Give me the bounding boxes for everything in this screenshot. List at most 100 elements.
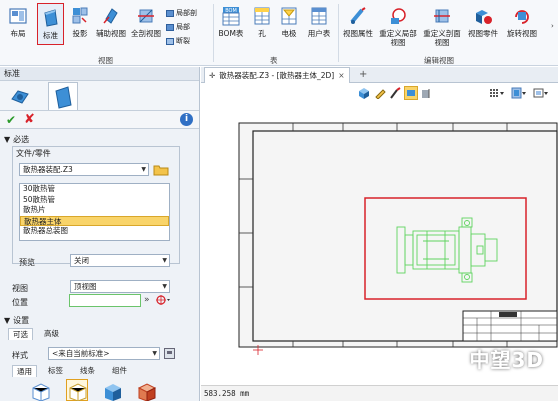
auxiliary-view-button[interactable]: 辅助视图 [95, 2, 127, 48]
bom-table-button[interactable]: BOM BOM表 [216, 2, 246, 48]
dropdown-arrow-icon: ▼ [162, 283, 167, 290]
eye-tab-icon[interactable] [8, 85, 32, 107]
hidden-line-mode-icon[interactable] [66, 379, 88, 401]
standard-tab-icon[interactable] [48, 82, 78, 110]
preview-label: 预览 [19, 258, 35, 267]
ribbon-scroll-right-icon[interactable]: › [551, 22, 557, 42]
shaded-mode-icon[interactable] [102, 381, 124, 401]
wireframe-mode-icon[interactable] [30, 381, 52, 401]
view-label: 视图 [12, 284, 28, 293]
drawing-canvas[interactable]: 中望3D [201, 105, 558, 385]
open-folder-icon[interactable] [153, 163, 170, 176]
view-properties-label: 视图属性 [343, 29, 373, 38]
pin-icon: ✛ [209, 71, 216, 80]
drawing-sheet-svg [238, 122, 558, 355]
break-view-button[interactable]: 断裂 [166, 36, 190, 46]
standard-view-button[interactable]: 标准 [37, 3, 64, 45]
rotate-view-button[interactable]: 旋转视图 [504, 2, 540, 48]
cancel-x-icon[interactable]: ✘ [24, 112, 35, 127]
brand-watermark: 中望3D [469, 348, 544, 372]
view-select[interactable]: 顶视图 ▼ [70, 280, 170, 293]
group-label-edit-view: 编辑视图 [424, 56, 454, 65]
expand-chevron-icon[interactable]: » [144, 295, 150, 305]
tab-optional[interactable]: 可选 [8, 328, 33, 340]
tab-close-icon[interactable]: × [338, 71, 344, 80]
subtab-label[interactable]: 标签 [44, 365, 67, 377]
subtab-component[interactable]: 组件 [108, 365, 131, 377]
pick-point-icon[interactable] [155, 294, 170, 307]
part-list-item-selected[interactable]: 散热器主体 [20, 215, 169, 226]
dropdown-arrow-icon: ▼ [141, 166, 146, 173]
part-list-item[interactable]: 50散热管 [20, 195, 169, 206]
full-section-view-label: 全剖视图 [131, 29, 161, 38]
standard-view-label: 标准 [43, 31, 58, 40]
standard-view-icon [41, 7, 61, 29]
position-input[interactable] [69, 294, 141, 307]
new-tab-icon[interactable]: + [359, 69, 367, 80]
redefine-section-view-icon [432, 5, 452, 27]
style-select[interactable]: <来自当前标准> ▼ [48, 347, 160, 360]
subtab-general[interactable]: 通用 [12, 365, 37, 377]
file-combo[interactable]: 散热器装配.Z3 ▼ [19, 163, 149, 176]
render-mode-icon[interactable] [358, 87, 370, 99]
status-bar: 583.258 mm [201, 385, 558, 401]
projection-label: 投影 [72, 29, 88, 38]
document-tab[interactable]: ✛ 散热器装配.Z3 - [散热器主体_2D] × [204, 67, 350, 83]
redefine-partial-view-button[interactable]: 重定义局部 视图 [377, 2, 419, 48]
auxiliary-view-icon [101, 5, 121, 27]
part-list-item[interactable]: 散热器总装图 [20, 226, 169, 237]
projection-button[interactable]: 投影 [67, 2, 93, 48]
full-section-view-icon [136, 5, 156, 27]
group-label-view: 视图 [98, 56, 113, 65]
display-filter-icon[interactable] [404, 86, 418, 100]
collapse-triangle-icon: ▼ [4, 135, 11, 144]
partial-section-button[interactable]: 局部剖 [166, 8, 197, 18]
hole-table-label: 孔 [258, 29, 266, 38]
panel-title: 标准 [0, 67, 199, 81]
projection-icon [70, 5, 90, 27]
brush-icon[interactable] [389, 87, 401, 99]
preview-select[interactable]: 关闭 ▼ [70, 254, 170, 267]
electrode-table-label: 电极 [281, 29, 297, 38]
ribbon-separator [338, 4, 339, 62]
part-list-item[interactable]: 30散热管 [20, 184, 169, 195]
view-part-label: 视图零件 [468, 29, 498, 38]
user-table-icon [309, 5, 329, 27]
partial-view-button[interactable]: 局部 [166, 22, 190, 32]
shaded-edges-mode-icon[interactable] [136, 381, 158, 401]
part-list-item[interactable]: 散热片 [20, 205, 169, 216]
hole-table-button[interactable]: 孔 [251, 2, 273, 48]
style-label: 样式 [12, 351, 28, 360]
info-icon[interactable]: i [180, 113, 193, 126]
settings-section-header[interactable]: ▼ 设置 [4, 315, 29, 326]
tab-advanced[interactable]: 高级 [40, 328, 63, 340]
zoom-menu-icon[interactable] [533, 87, 549, 99]
user-table-button[interactable]: 用户表 [305, 2, 333, 48]
pencil-icon[interactable] [374, 87, 386, 100]
part-list[interactable]: 30散热管 50散热管 散热片 散热器主体 散热器总装图 [19, 183, 170, 241]
layout-label: 布局 [10, 29, 26, 38]
panel-tab-icons [0, 81, 199, 111]
full-section-view-button[interactable]: 全剖视图 [129, 2, 163, 48]
confirm-check-icon[interactable]: ✔ [6, 113, 16, 127]
redefine-section-view-button[interactable]: 重定义剖面 视图 [421, 2, 463, 48]
view-orientation-icon[interactable] [511, 87, 527, 99]
document-tab-bar: ✛ 散热器装配.Z3 - [散热器主体_2D] × + [201, 67, 558, 83]
panel-title-text: 标准 [4, 69, 20, 78]
required-section-header[interactable]: ▼ 必选 [4, 134, 29, 145]
view-properties-button[interactable]: 视图属性 [341, 2, 375, 48]
redefine-partial-view-icon [388, 5, 408, 27]
save-style-icon[interactable] [164, 348, 175, 359]
rotate-view-icon [512, 5, 532, 27]
layer-icon[interactable] [421, 87, 433, 99]
grid-menu-icon[interactable] [489, 87, 505, 99]
rotate-view-label: 旋转视图 [507, 29, 537, 38]
layout-button[interactable]: 布局 [4, 2, 32, 48]
document-tab-label: 散热器装配.Z3 - [散热器主体_2D] [219, 71, 335, 80]
view-part-icon [473, 5, 493, 27]
cursor-coordinate-readout: 583.258 mm [204, 389, 250, 398]
required-section-label: 必选 [13, 135, 30, 144]
view-part-button[interactable]: 视图零件 [466, 2, 500, 48]
electrode-table-button[interactable]: 电极 [277, 2, 301, 48]
subtab-line[interactable]: 线条 [76, 365, 99, 377]
